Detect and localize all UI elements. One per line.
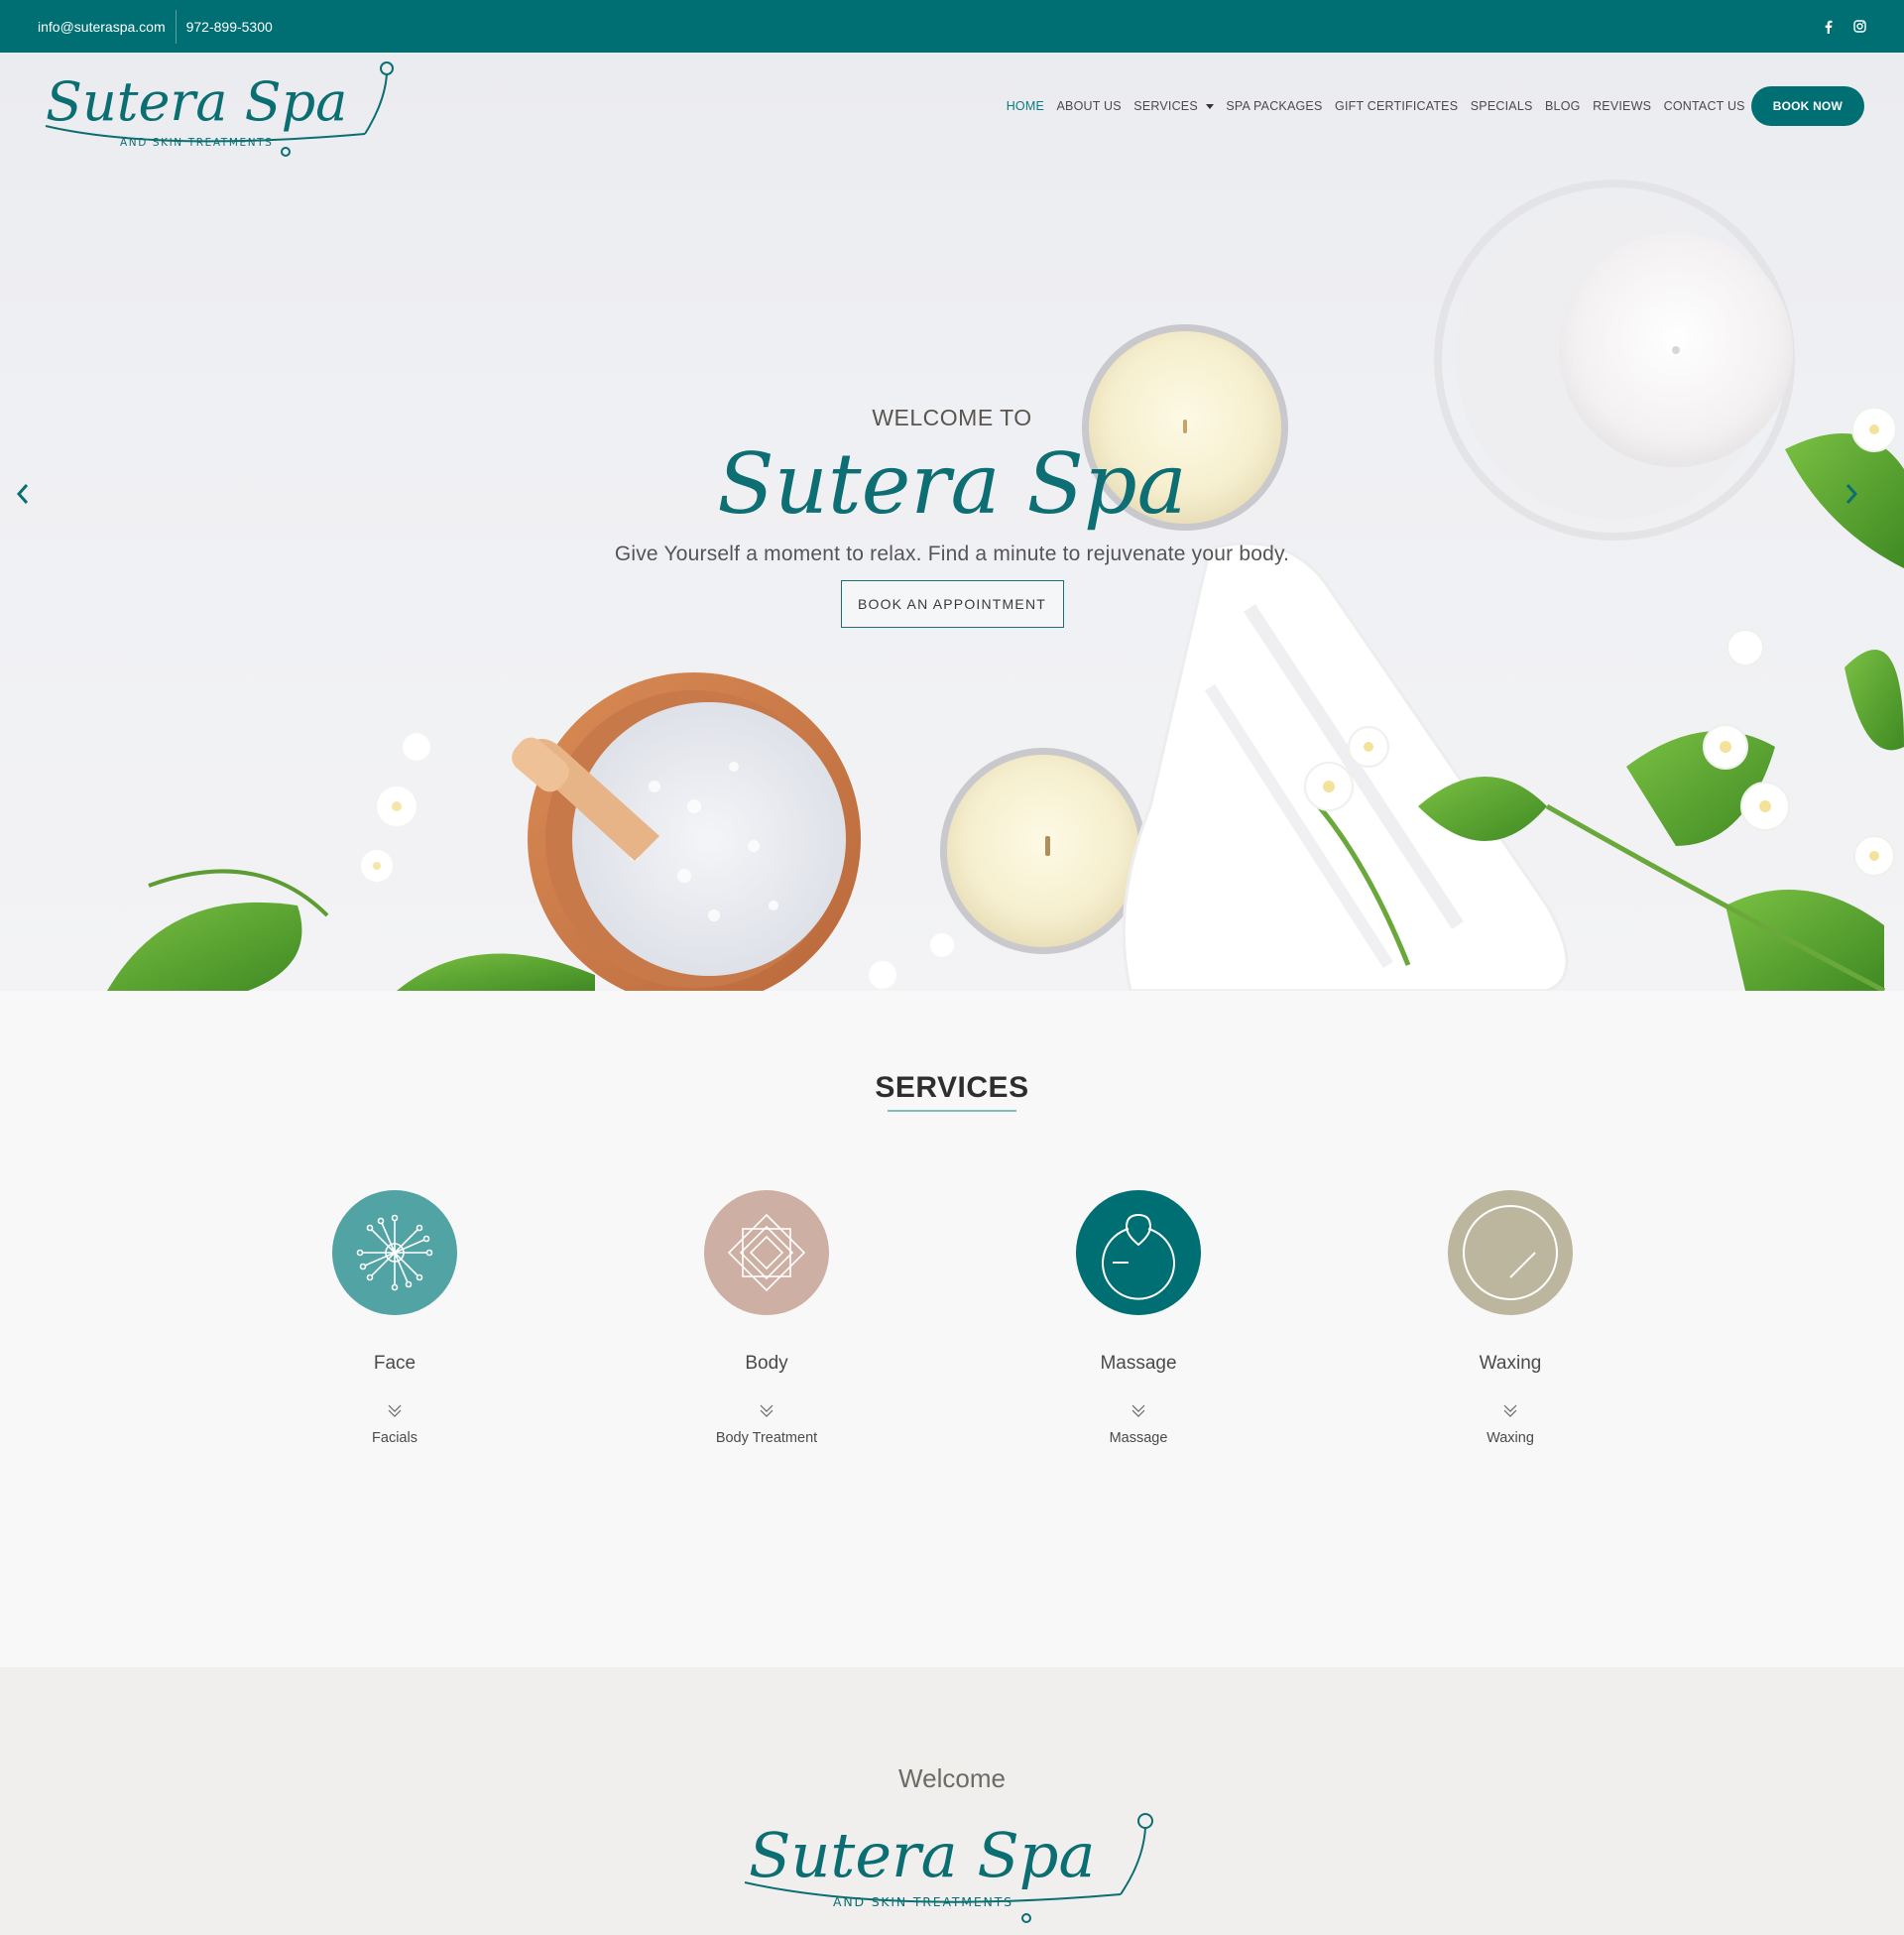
phone-link[interactable]: 972-899-5300 xyxy=(186,19,273,35)
massage-service-icon[interactable] xyxy=(1076,1190,1201,1315)
dandelion-icon xyxy=(356,1214,433,1291)
divider xyxy=(175,9,177,44)
service-title: Face xyxy=(373,1353,416,1374)
welcome-logo-subtitle: AND SKIN TREATMENTS xyxy=(833,1894,1013,1909)
email-link[interactable]: info@suteraspa.com xyxy=(38,19,166,35)
service-title: Massage xyxy=(1100,1353,1177,1374)
service-title: Waxing xyxy=(1479,1353,1542,1374)
slider-next-button[interactable] xyxy=(1837,474,1866,514)
service-link-facials[interactable]: Facials xyxy=(266,1430,524,1446)
site-logo[interactable]: Sutera Spa AND SKIN TREATMENTS xyxy=(38,53,405,162)
waxing-service-icon[interactable] xyxy=(1448,1190,1573,1315)
service-link-massage[interactable]: Massage xyxy=(1010,1430,1267,1446)
hero-tagline: Give Yourself a moment to relax. Find a … xyxy=(614,543,1290,565)
logo-subtitle: AND SKIN TREATMENTS xyxy=(120,137,273,149)
nav-services-label: SERVICES xyxy=(1133,99,1198,113)
double-chevron-down-icon xyxy=(1131,1404,1145,1417)
chevron-down-icon xyxy=(1205,104,1214,110)
waxing-circle-icon xyxy=(1463,1205,1558,1300)
hero-welcome-text: WELCOME TO xyxy=(872,405,1032,430)
service-link-waxing[interactable]: Waxing xyxy=(1381,1430,1639,1446)
welcome-heading: Welcome xyxy=(898,1763,1006,1793)
double-chevron-down-icon xyxy=(760,1404,774,1417)
hero-brand-text: Sutera Spa xyxy=(717,435,1186,533)
slider-prev-button[interactable] xyxy=(8,474,38,514)
face-service-icon[interactable] xyxy=(332,1190,457,1315)
welcome-logo: Sutera Spa AND SKIN TREATMENTS xyxy=(739,1803,1165,1927)
hero-slider: Sutera Spa AND SKIN TREATMENTS HOME ABOU… xyxy=(0,53,1904,991)
service-card-massage: Massage Massage xyxy=(1010,1190,1267,1446)
social-links xyxy=(1821,0,1866,53)
nav-spa-packages[interactable]: SPA PACKAGES xyxy=(1226,99,1322,113)
nav-about-us[interactable]: ABOUT US xyxy=(1057,99,1122,113)
body-service-icon[interactable] xyxy=(704,1190,829,1315)
book-appointment-button[interactable]: BOOK AN APPOINTMENT xyxy=(840,580,1064,628)
top-bar: info@suteraspa.com 972-899-5300 xyxy=(0,0,1904,53)
services-section: SERVICES Face Facials Body Body Treatmen… xyxy=(0,991,1904,1667)
nav-contact-us[interactable]: CONTACT US xyxy=(1664,99,1745,113)
service-card-face: Face Facials xyxy=(266,1190,524,1446)
nav-blog[interactable]: BLOG xyxy=(1545,99,1581,113)
double-chevron-down-icon xyxy=(1503,1404,1517,1417)
main-navigation: HOME ABOUT US SERVICES SPA PACKAGES GIFT… xyxy=(994,86,1864,126)
chevron-right-icon xyxy=(1845,484,1858,504)
nav-reviews[interactable]: REVIEWS xyxy=(1593,99,1651,113)
nested-diamond-icon xyxy=(727,1213,806,1292)
service-link-body-treatment[interactable]: Body Treatment xyxy=(638,1430,895,1446)
heading-underline xyxy=(888,1110,1016,1112)
hero-content: WELCOME TO Sutera Spa Give Yourself a mo… xyxy=(555,405,1349,628)
instagram-icon[interactable] xyxy=(1852,20,1866,34)
chevron-left-icon xyxy=(16,484,29,504)
services-heading: SERVICES xyxy=(875,1071,1029,1104)
contact-info: info@suteraspa.com 972-899-5300 xyxy=(38,0,273,53)
nav-home[interactable]: HOME xyxy=(1007,99,1044,113)
service-title: Body xyxy=(745,1353,788,1374)
nav-gift-certificates[interactable]: GIFT CERTIFICATES xyxy=(1335,99,1458,113)
welcome-section: Welcome Sutera Spa AND SKIN TREATMENTS xyxy=(0,1667,1904,1935)
hero-brand-logo: Sutera Spa xyxy=(555,433,1349,543)
massage-stone-icon xyxy=(1102,1213,1175,1300)
service-card-waxing: Waxing Waxing xyxy=(1381,1190,1639,1446)
nav-services[interactable]: SERVICES xyxy=(1133,99,1214,113)
book-now-button[interactable]: BOOK NOW xyxy=(1750,86,1864,126)
nav-specials[interactable]: SPECIALS xyxy=(1471,99,1533,113)
double-chevron-down-icon xyxy=(388,1404,402,1417)
facebook-icon[interactable] xyxy=(1821,20,1835,34)
service-card-body: Body Body Treatment xyxy=(638,1190,895,1446)
welcome-logo-script: Sutera Spa xyxy=(749,1819,1095,1891)
logo-script-text: Sutera Spa xyxy=(46,70,347,133)
